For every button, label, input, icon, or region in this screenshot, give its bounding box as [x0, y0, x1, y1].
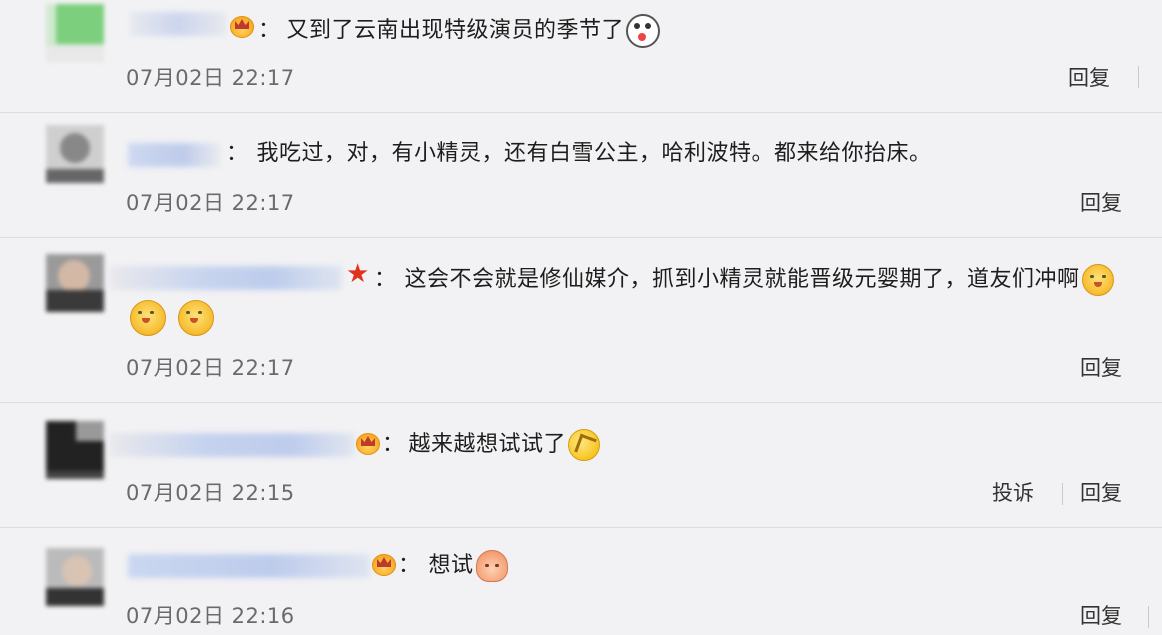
comment-item: ★ ：这会不会就是修仙媒介，抓到小精灵就能晋级元婴期了，道友们冲啊 07月02日…	[0, 238, 1162, 402]
reply-button[interactable]: 回复	[1080, 352, 1122, 382]
timestamp: 07月02日 22:17	[126, 66, 295, 90]
crown-icon	[372, 554, 396, 576]
divider	[1148, 606, 1149, 628]
shocked-face-icon	[626, 14, 661, 48]
bun-face-icon	[475, 550, 508, 582]
comment-text: ：我吃过，对，有小精灵，还有白雪公主，哈利波特。都来给你抬床。	[226, 141, 932, 166]
timestamp: 07月02日 22:17	[126, 191, 295, 215]
colon: ：	[398, 553, 421, 578]
avatar[interactable]	[46, 254, 104, 312]
comment-text: ：越来越想试试了	[382, 429, 601, 461]
divider	[1138, 66, 1139, 88]
waving-hand-face-icon	[568, 429, 601, 461]
avatar[interactable]	[46, 421, 104, 479]
username-blurred[interactable]	[110, 433, 354, 457]
comment-item: ：想试 07月02日 22:16 回复	[0, 528, 1162, 635]
avatar[interactable]	[46, 548, 104, 606]
username-blurred[interactable]	[110, 266, 342, 290]
reply-button[interactable]: 回复	[1080, 477, 1122, 507]
colon: ：	[226, 141, 249, 166]
comment-text: ：又到了云南出现特级演员的季节了	[258, 14, 661, 48]
comment-item: ：又到了云南出现特级演员的季节了 07月02日 22:17 回复	[0, 0, 1162, 112]
comment-text: ：这会不会就是修仙媒介，抓到小精灵就能晋级元婴期了，道友们冲啊	[374, 264, 1114, 296]
timestamp: 07月02日 22:16	[126, 604, 295, 628]
comment-text: ：想试	[398, 550, 508, 582]
timestamp: 07月02日 22:17	[126, 356, 295, 380]
avatar[interactable]	[46, 125, 104, 183]
reply-button[interactable]: 回复	[1080, 600, 1122, 630]
doge-face-icon	[130, 300, 166, 336]
comment-item: ：越来越想试试了 07月02日 22:15 投诉 回复	[0, 403, 1162, 527]
reply-button[interactable]: 回复	[1068, 62, 1110, 92]
crown-icon	[356, 433, 380, 455]
colon: ：	[258, 18, 281, 43]
report-button[interactable]: 投诉	[992, 477, 1034, 507]
timestamp: 07月02日 22:15	[126, 481, 295, 505]
crown-icon	[230, 16, 254, 38]
comment-item: ：我吃过，对，有小精灵，还有白雪公主，哈利波特。都来给你抬床。 07月02日 2…	[0, 113, 1162, 237]
username-blurred[interactable]	[128, 554, 370, 578]
doge-face-icon	[1081, 264, 1114, 296]
avatar[interactable]	[46, 4, 104, 62]
colon: ：	[374, 267, 397, 292]
username-blurred[interactable]	[128, 143, 220, 167]
username-blurred[interactable]	[130, 12, 226, 36]
reply-button[interactable]: 回复	[1080, 187, 1122, 217]
star-icon: ★	[346, 259, 370, 289]
emoji-row	[128, 300, 224, 336]
doge-face-icon	[178, 300, 214, 336]
divider	[1062, 483, 1063, 505]
colon: ：	[382, 432, 405, 457]
